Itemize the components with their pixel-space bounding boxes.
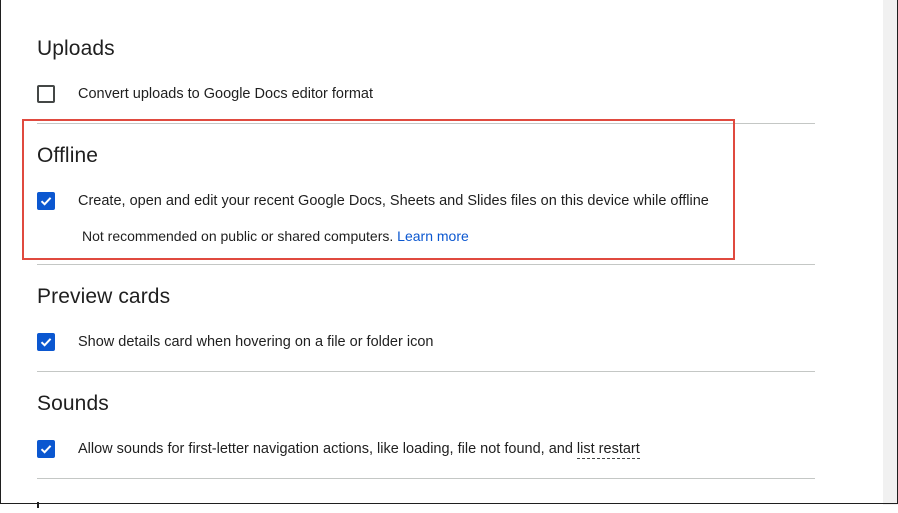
window-frame <box>0 0 898 504</box>
